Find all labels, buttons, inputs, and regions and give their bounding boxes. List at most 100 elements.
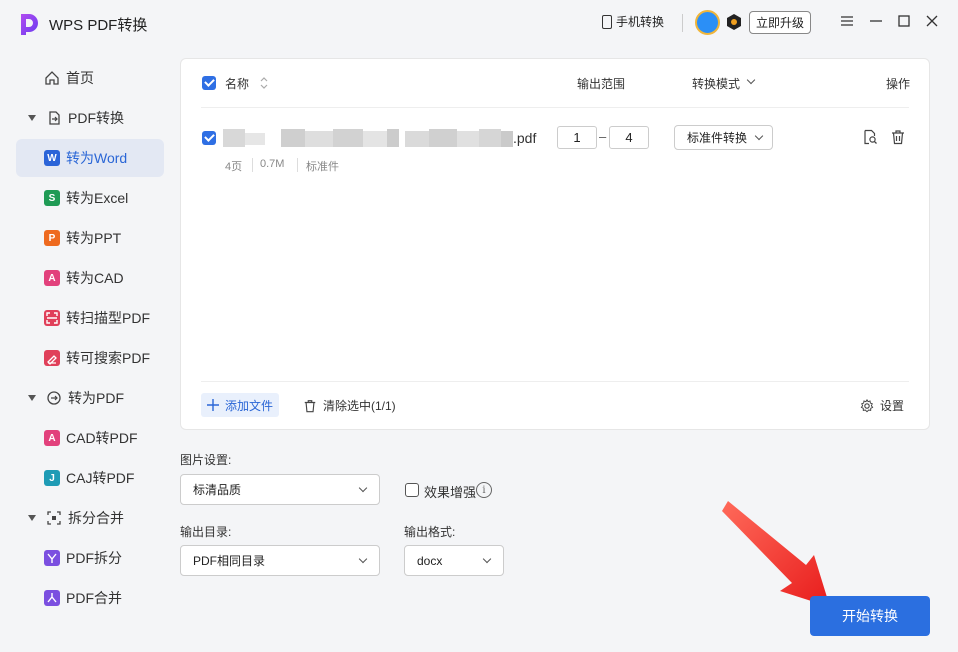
sidebar-item-home[interactable]: 首页: [0, 59, 170, 97]
caj-icon: J: [44, 470, 60, 486]
clear-selected-button[interactable]: 清除选中(1/1): [303, 397, 396, 414]
sidebar-item-label: 转可搜索PDF: [66, 350, 150, 366]
upgrade-button[interactable]: 立即升级: [749, 11, 811, 34]
image-settings-label: 图片设置:: [180, 453, 232, 467]
sidebar-group-pdf-convert[interactable]: PDF转换: [0, 99, 170, 137]
split-merge-icon: [47, 511, 61, 525]
red-arrow-annotation: [722, 501, 830, 607]
sidebar-item-label: 转为CAD: [66, 270, 124, 286]
enhance-checkbox[interactable]: [405, 483, 419, 497]
column-header-mode-label: 转换模式: [692, 77, 741, 91]
sidebar-item-label: 转扫描型PDF: [66, 310, 150, 326]
column-header-name-label: 名称: [225, 77, 250, 91]
settings-button[interactable]: 设置: [860, 397, 904, 414]
sidebar-item-caj-to-pdf[interactable]: J CAJ转PDF: [16, 459, 164, 497]
split-icon: [44, 550, 60, 566]
title-bar: WPS PDF转换 手机转换 立即升级: [0, 0, 958, 46]
range-dash: –: [599, 129, 607, 144]
app-title: WPS PDF转换: [49, 17, 148, 34]
header-divider: [201, 107, 909, 108]
column-header-range: 输出范围: [577, 77, 626, 91]
sidebar-item-label: PDF合并: [66, 590, 122, 606]
sidebar-item-cad-to-pdf[interactable]: A CAD转PDF: [16, 419, 164, 457]
trash-icon: [304, 399, 316, 412]
sidebar-item-to-searchable-pdf[interactable]: 转可搜索PDF: [16, 339, 164, 377]
sidebar-group-label: 拆分合并: [68, 510, 124, 526]
sidebar-item-to-scan-pdf[interactable]: 转扫描型PDF: [16, 299, 164, 337]
sidebar-item-label: 转为PPT: [66, 230, 122, 246]
menu-icon[interactable]: [840, 14, 854, 28]
clear-selected-label: 清除选中(1/1): [323, 399, 396, 413]
gear-icon: [860, 398, 874, 412]
sort-icon[interactable]: [260, 76, 268, 90]
mobile-convert-label: 手机转换: [616, 15, 665, 29]
file-pages: 4页: [225, 161, 243, 173]
sidebar-group-label: 转为PDF: [68, 390, 124, 406]
add-file-button[interactable]: 添加文件: [201, 393, 279, 417]
column-header-ops: 操作: [886, 77, 911, 91]
word-icon: W: [44, 150, 60, 166]
excel-icon: S: [44, 190, 60, 206]
meta-divider: [297, 158, 298, 172]
merge-icon: [44, 590, 60, 606]
sidebar-item-to-cad[interactable]: A 转为CAD: [16, 259, 164, 297]
output-format-label: 输出格式:: [404, 525, 456, 539]
searchable-pdf-icon: [44, 350, 60, 366]
file-type: 标准件: [306, 161, 339, 173]
output-format-value: docx: [417, 553, 443, 568]
sidebar-item-to-ppt[interactable]: P 转为PPT: [16, 219, 164, 257]
avatar[interactable]: [695, 10, 720, 35]
range-from-input[interactable]: 1: [557, 126, 597, 149]
row-checkbox[interactable]: [202, 131, 216, 145]
phone-icon: [602, 14, 612, 29]
plus-icon: [207, 399, 219, 411]
sidebar-item-label: 转为Excel: [66, 190, 129, 206]
scan-icon: [44, 310, 60, 326]
sidebar-item-pdf-merge[interactable]: PDF合并: [16, 579, 164, 617]
maximize-icon[interactable]: [897, 14, 911, 28]
output-dir-value: PDF相同目录: [193, 554, 266, 568]
blurred-filename: [223, 129, 513, 147]
home-icon: [45, 71, 59, 85]
file-size: 0.7M: [260, 158, 285, 170]
add-file-label: 添加文件: [225, 398, 274, 413]
caret-down-icon: [28, 515, 36, 521]
enhance-label: 效果增强: [424, 485, 477, 500]
column-header-mode[interactable]: 转换模式: [692, 75, 740, 92]
cad-icon: A: [44, 270, 60, 286]
sidebar-item-to-word[interactable]: W 转为Word: [16, 139, 164, 177]
sidebar-item-label: 转为Word: [66, 150, 128, 166]
wps-pdf-logo-icon: [21, 14, 38, 35]
cad-icon: A: [44, 430, 60, 446]
close-icon[interactable]: [925, 14, 939, 28]
file-extension: .pdf: [513, 130, 537, 146]
trash-icon[interactable]: [890, 129, 906, 145]
range-to-input[interactable]: 4: [609, 126, 649, 149]
sidebar-item-pdf-split[interactable]: PDF拆分: [16, 539, 164, 577]
footer-divider: [201, 381, 909, 382]
sidebar-group-label: PDF转换: [68, 110, 124, 126]
ppt-icon: P: [44, 230, 60, 246]
start-convert-button[interactable]: 开始转换: [810, 596, 930, 636]
sidebar-group-split-merge[interactable]: 拆分合并: [0, 499, 170, 537]
column-header-name[interactable]: 名称: [225, 75, 249, 92]
preview-icon[interactable]: [862, 129, 878, 145]
sidebar-item-label: PDF拆分: [66, 550, 122, 566]
image-quality-select[interactable]: 标清品质: [180, 474, 380, 505]
convert-mode-value: 标准件转换: [687, 131, 748, 145]
image-quality-value: 标清品质: [193, 483, 242, 497]
sidebar-item-to-excel[interactable]: S 转为Excel: [16, 179, 164, 217]
mobile-convert-button[interactable]: 手机转换: [602, 13, 664, 30]
sidebar-item-label: CAJ转PDF: [66, 470, 135, 486]
caret-down-icon: [28, 395, 36, 401]
caret-down-icon: [28, 115, 36, 121]
sidebar-group-to-pdf[interactable]: 转为PDF: [0, 379, 170, 417]
settings-label: 设置: [880, 399, 905, 413]
output-dir-label: 输出目录:: [180, 525, 232, 539]
info-icon[interactable]: i: [476, 482, 492, 498]
minimize-icon[interactable]: [869, 14, 883, 28]
titlebar-divider: [682, 14, 683, 32]
output-dir-select[interactable]: PDF相同目录: [180, 545, 380, 576]
sidebar-item-label: 首页: [66, 70, 94, 86]
select-all-checkbox[interactable]: [202, 76, 216, 90]
